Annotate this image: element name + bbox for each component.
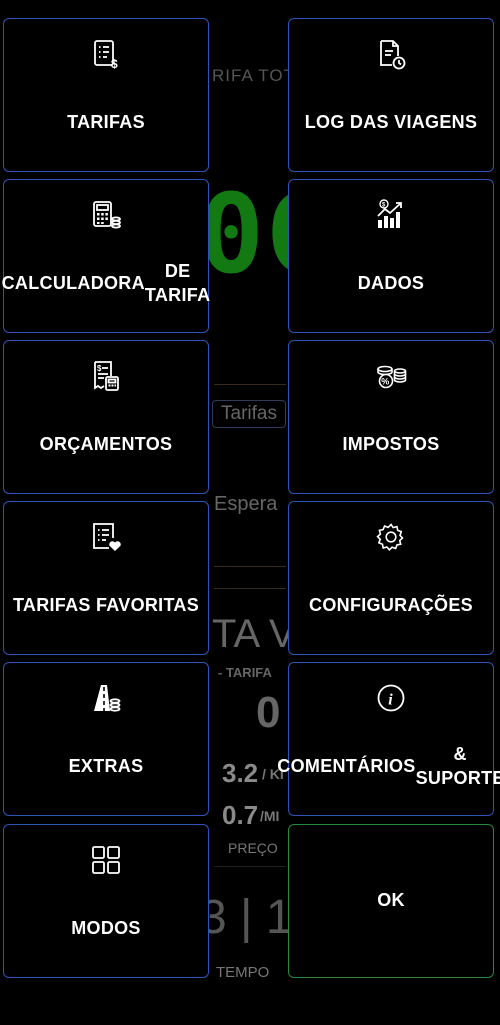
comentarios-suporte-button[interactable]: i COMENTÁRIOS & SUPORTE: [277, 662, 500, 816]
impostos-button[interactable]: % IMPOSTOS: [288, 340, 494, 494]
tarifas-button[interactable]: $ TARIFAS: [3, 18, 209, 172]
impostos-label: IMPOSTOS: [342, 434, 440, 454]
document-clock-icon: [374, 37, 408, 71]
coins-percent-icon: %: [374, 359, 408, 393]
orcamentos-label: ORÇAMENTOS: [39, 434, 173, 454]
modos-button[interactable]: MODOS: [3, 824, 209, 978]
modos-label: MODOS: [71, 918, 141, 938]
road-coins-icon: [89, 681, 123, 715]
log-viagens-button[interactable]: LOG DAS VIAGENS: [288, 18, 494, 172]
tarifas-favoritas-label: TARIFAS FAVORITAS: [12, 595, 200, 615]
extras-label: EXTRAS: [68, 756, 144, 776]
receipt-calculator-icon: $: [89, 359, 123, 393]
tarifas-favoritas-button[interactable]: TARIFAS FAVORITAS: [3, 501, 209, 655]
svg-text:$: $: [111, 57, 118, 71]
rate-mi-unit: /MI: [260, 808, 280, 824]
orcamentos-button[interactable]: $ ORÇAMENTOS: [3, 340, 209, 494]
calculator-coins-icon: [89, 198, 123, 232]
svg-text:i: i: [388, 692, 393, 709]
tariffs-box: Tarifas: [212, 400, 286, 428]
gear-icon: [374, 520, 408, 554]
fare-total-label: RIFA TOT: [212, 66, 295, 85]
configuracoes-label: CONFIGURAÇÕES: [309, 595, 473, 615]
calculadora-line2: DE TARIFA: [144, 261, 211, 305]
divider: [214, 384, 286, 385]
divider: [214, 566, 286, 567]
dados-label: DADOS: [357, 273, 425, 293]
divider: [214, 588, 286, 589]
fare-value: 0: [256, 688, 281, 737]
chart-growth-icon: $: [374, 198, 408, 232]
calculadora-tarifa-label: CALCULADORA DE TARIFA: [1, 234, 211, 332]
extras-button[interactable]: EXTRAS: [3, 662, 209, 816]
comentarios-line1: COMENTÁRIOS: [277, 756, 416, 776]
svg-text:$: $: [97, 364, 102, 373]
ok-button[interactable]: OK: [288, 824, 494, 978]
rate-km: 3.2: [222, 758, 259, 788]
list-heart-icon: [89, 520, 123, 554]
comentarios-suporte-label: COMENTÁRIOS & SUPORTE: [277, 717, 500, 815]
info-icon: i: [374, 681, 408, 715]
svg-text:%: %: [381, 377, 389, 387]
time-digits: 3 | 1: [200, 891, 293, 944]
calculadora-tarifa-button[interactable]: CALCULADORA DE TARIFA: [1, 179, 211, 333]
price-label: PREÇO: [228, 840, 278, 856]
grid-icon: [89, 843, 123, 877]
comentarios-line2: & SUPORTE: [415, 744, 500, 788]
divider: [214, 866, 286, 867]
dados-button[interactable]: $ DADOS: [288, 179, 494, 333]
wait-label: Espera: [214, 493, 278, 515]
calculadora-line1: CALCULADORA: [1, 273, 145, 293]
time-label: TEMPO: [216, 964, 270, 981]
ok-label: OK: [377, 889, 405, 910]
log-viagens-label: LOG DAS VIAGENS: [304, 112, 478, 132]
invoice-dollar-icon: $: [89, 37, 123, 71]
configuracoes-button[interactable]: CONFIGURAÇÕES: [288, 501, 494, 655]
rate-mi: 0.7: [222, 800, 259, 830]
tarifas-label: TARIFAS: [67, 112, 145, 132]
fare-label: - TARIFA: [218, 665, 272, 680]
